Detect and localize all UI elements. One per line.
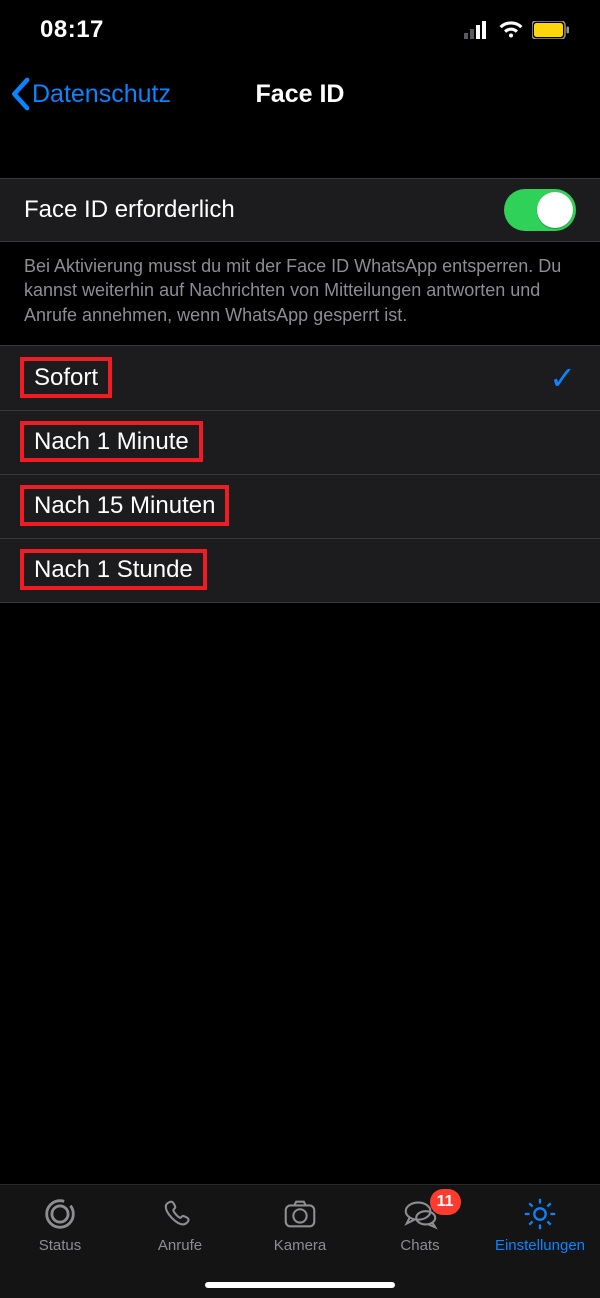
nav-bar: Datenschutz Face ID (0, 60, 600, 128)
check-icon: ✓ (549, 359, 576, 397)
status-icon (40, 1195, 80, 1233)
lock-option-label: Nach 15 Minuten (20, 485, 229, 526)
faceid-require-label: Face ID erforderlich (24, 196, 235, 224)
lock-option-row[interactable]: Nach 15 Minuten (0, 474, 600, 538)
phone-icon (160, 1195, 200, 1233)
home-indicator[interactable] (205, 1282, 395, 1288)
faceid-require-row[interactable]: Face ID erforderlich (0, 179, 600, 241)
tab-calls-label: Anrufe (158, 1237, 202, 1254)
lock-option-row[interactable]: Nach 1 Minute (0, 410, 600, 474)
gear-icon (520, 1195, 560, 1233)
tab-settings[interactable]: Einstellungen (480, 1195, 600, 1254)
status-right (464, 20, 570, 40)
lock-option-row[interactable]: Sofort ✓ (0, 346, 600, 410)
lock-options-group: Sofort ✓ Nach 1 Minute Nach 15 Minuten Nach … (0, 345, 600, 603)
spacer (0, 128, 600, 178)
lock-option-label: Nach 1 Minute (20, 421, 203, 462)
wifi-icon (498, 20, 524, 40)
chevron-left-icon (10, 77, 30, 111)
tab-chats[interactable]: 11 Chats (360, 1195, 480, 1254)
lock-option-label: Sofort (20, 357, 112, 398)
chats-badge: 11 (430, 1189, 461, 1215)
status-bar: 08:17 (0, 0, 600, 60)
faceid-require-group: Face ID erforderlich (0, 178, 600, 242)
faceid-require-toggle[interactable] (504, 189, 576, 231)
lock-option-label: Nach 1 Stunde (20, 549, 207, 590)
tab-status[interactable]: Status (0, 1195, 120, 1254)
back-button[interactable]: Datenschutz (10, 60, 171, 128)
faceid-footer-text: Bei Aktivierung musst du mit der Face ID… (0, 242, 600, 345)
tab-status-label: Status (39, 1237, 82, 1254)
lock-option-row[interactable]: Nach 1 Stunde (0, 538, 600, 602)
tab-bar: Status Anrufe Kamera 11 Chats Einstellun… (0, 1184, 600, 1298)
signal-icon (464, 21, 490, 39)
tab-chats-label: Chats (400, 1237, 439, 1254)
battery-icon (532, 21, 570, 39)
tab-settings-label: Einstellungen (495, 1237, 585, 1254)
tab-camera[interactable]: Kamera (240, 1195, 360, 1254)
back-label: Datenschutz (32, 80, 171, 109)
status-time: 08:17 (40, 16, 104, 44)
camera-icon (280, 1195, 320, 1233)
tab-camera-label: Kamera (274, 1237, 327, 1254)
tab-calls[interactable]: Anrufe (120, 1195, 240, 1254)
page-title: Face ID (256, 80, 345, 109)
